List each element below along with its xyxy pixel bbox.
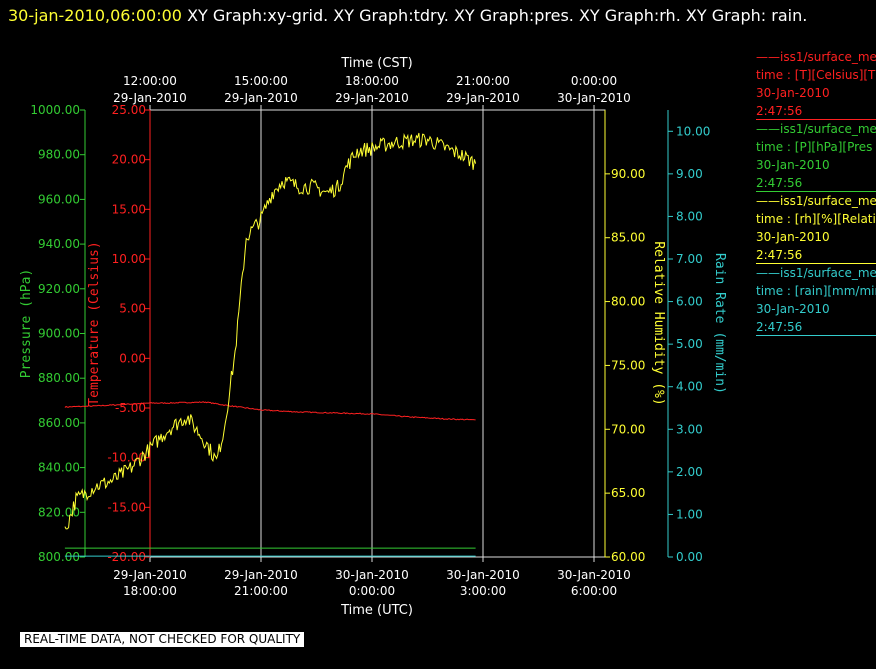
x-tick-label-time: 18:00:00 — [123, 584, 177, 598]
x-top-tick-label-time: 0:00:00 — [571, 74, 617, 88]
rain-tick-label: 3.00 — [676, 422, 703, 436]
rain-tick-label: 7.00 — [676, 252, 703, 266]
temperature-tick-label: 10.00 — [112, 252, 146, 266]
x-tick-label-date: 30-Jan-2010 — [335, 568, 409, 582]
legend-date: 30-Jan-2010 — [756, 86, 830, 100]
legend-entry[interactable]: ——iss1/surface_metime : [rh][%][Relati 30… — [756, 192, 876, 264]
temperature-tick-label: 0.00 — [119, 351, 146, 365]
x-top-tick-label-time: 12:00:00 — [123, 74, 177, 88]
rain-tick-label: 5.00 — [676, 337, 703, 351]
rh-tick-label: 65.00 — [611, 486, 645, 500]
x-top-tick-label-time: 15:00:00 — [234, 74, 288, 88]
x-top-tick-label-date: 29-Jan-2010 — [335, 91, 409, 105]
legend-units: time : [rain][mm/min — [756, 284, 876, 298]
x-tick-label-date: 29-Jan-2010 — [113, 568, 187, 582]
x-axis-label-utc: Time (UTC) — [340, 603, 413, 618]
x-tick-label-time: 6:00:00 — [571, 584, 617, 598]
x-tick-label-date: 30-Jan-2010 — [446, 568, 520, 582]
temperature-tick-label: -20.00 — [107, 550, 146, 564]
x-tick-label-date: 30-Jan-2010 — [557, 568, 631, 582]
rain-tick-label: 9.00 — [676, 167, 703, 181]
pressure-tick-label: 980.00 — [38, 148, 80, 162]
x-axis-label-cst: Time (CST) — [340, 56, 412, 71]
pressure-tick-label: 940.00 — [38, 237, 80, 251]
legend-date: 30-Jan-2010 — [756, 158, 830, 172]
legend-divider — [756, 335, 876, 336]
pressure-tick-label: 1000.00 — [30, 103, 80, 117]
quality-banner: REAL-TIME DATA, NOT CHECKED FOR QUALITY — [20, 632, 305, 647]
x-tick-label-date: 29-Jan-2010 — [224, 568, 298, 582]
pressure-tick-label: 840.00 — [38, 461, 80, 475]
legend-units: time : [rh][%][Relati — [756, 212, 876, 226]
rh-tick-label: 80.00 — [611, 295, 645, 309]
temperature-tick-label: -15.00 — [107, 500, 146, 514]
legend-units: time : [P][hPa][Pres — [756, 140, 873, 154]
rh-series-line — [64, 132, 477, 530]
x-tick-label-time: 21:00:00 — [234, 584, 288, 598]
rh-tick-label: 60.00 — [611, 550, 645, 564]
rh-tick-label: 75.00 — [611, 358, 645, 372]
temperature-tick-label: -10.00 — [107, 451, 146, 465]
temperature-tick-label: 25.00 — [112, 103, 146, 117]
legend-date: 30-Jan-2010 — [756, 230, 830, 244]
rh-axis-label: Relative Humidity (%) — [651, 241, 666, 405]
legend-series-name: ——iss1/surface_me — [756, 50, 876, 64]
rain-tick-label: 2.00 — [676, 465, 703, 479]
legend-time: 2:47:56 — [756, 104, 803, 118]
pressure-tick-label: 880.00 — [38, 371, 80, 385]
rh-tick-label: 70.00 — [611, 422, 645, 436]
pressure-tick-label: 860.00 — [38, 416, 80, 430]
legend-series-name: ——iss1/surface_me — [756, 194, 876, 208]
legend-time: 2:47:56 — [756, 176, 803, 190]
xy-graph[interactable]: 29-Jan-2010 18:00:00 29-Jan-2010 21:00:00 30… — [0, 0, 876, 669]
plot-frame — [149, 109, 606, 558]
pressure-axis-label: Pressure (hPa) — [19, 269, 34, 379]
x-top-tick-label-time: 21:00:00 — [456, 74, 510, 88]
pressure-tick-label: 800.00 — [38, 550, 80, 564]
legend-time: 2:47:56 — [756, 248, 803, 262]
x-top-tick-label-date: 30-Jan-2010 — [557, 91, 631, 105]
x-top-tick-label-date: 29-Jan-2010 — [446, 91, 520, 105]
legend-entry[interactable]: ——iss1/surface_metime : [P][hPa][Pres 30-… — [756, 120, 876, 192]
legend-entry[interactable]: ——iss1/surface_metime : [T][Celsius][T 30… — [756, 48, 876, 120]
legend-units: time : [T][Celsius][T — [756, 68, 876, 82]
rain-tick-label: 6.00 — [676, 295, 703, 309]
rain-tick-label: 10.00 — [676, 124, 710, 138]
pressure-tick-label: 820.00 — [38, 505, 80, 519]
x-tick-label-time: 3:00:00 — [460, 584, 506, 598]
legend-date: 30-Jan-2010 — [756, 302, 830, 316]
rain-tick-label: 0.00 — [676, 550, 703, 564]
temperature-tick-label: 5.00 — [119, 302, 146, 316]
rain-tick-label: 1.00 — [676, 507, 703, 521]
rain-tick-label: 4.00 — [676, 380, 703, 394]
temperature-tick-label: 15.00 — [112, 202, 146, 216]
x-top-tick-label-date: 29-Jan-2010 — [224, 91, 298, 105]
rh-tick-label: 85.00 — [611, 231, 645, 245]
x-top-tick-label-time: 18:00:00 — [345, 74, 399, 88]
pressure-tick-label: 960.00 — [38, 192, 80, 206]
legend-series-name: ——iss1/surface_me — [756, 266, 876, 280]
rh-tick-label: 90.00 — [611, 167, 645, 181]
legend-entry[interactable]: ——iss1/surface_metime : [rain][mm/min 30-… — [756, 264, 876, 336]
rain-tick-label: 8.00 — [676, 209, 703, 223]
rain-axis-label: Rain Rate (mm/min) — [712, 253, 727, 394]
pressure-tick-label: 920.00 — [38, 282, 80, 296]
legend-time: 2:47:56 — [756, 320, 803, 334]
temperature-axis-label: Temperature (Celsius) — [87, 241, 102, 405]
temperature-tick-label: 20.00 — [112, 153, 146, 167]
x-tick-label-time: 0:00:00 — [349, 584, 395, 598]
pressure-tick-label: 900.00 — [38, 327, 80, 341]
legend-series-name: ——iss1/surface_me — [756, 122, 876, 136]
